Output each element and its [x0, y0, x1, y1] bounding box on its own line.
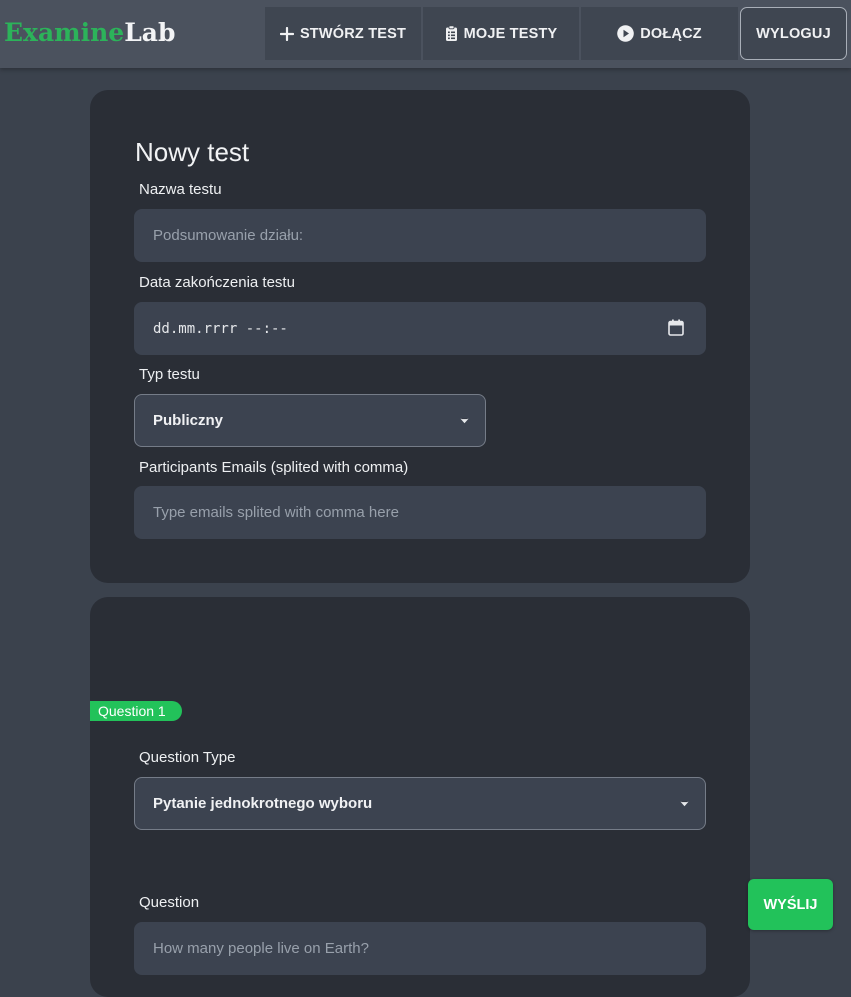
- test-type-label: Typ testu: [139, 366, 200, 383]
- end-date-value: dd.mm.rrrr --:--: [153, 320, 288, 337]
- my-tests-label: MOJE TESTY: [463, 25, 558, 42]
- question-input[interactable]: How many people live on Earth?: [134, 922, 706, 975]
- question-card: Question 1 Question Type Pytanie jednokr…: [90, 597, 750, 997]
- plus-icon: [279, 26, 294, 41]
- question-label: Question: [139, 894, 200, 911]
- calendar-icon[interactable]: [668, 319, 684, 336]
- logout-label: WYLOGUJ: [756, 25, 831, 42]
- test-type-value: Publiczny: [153, 412, 224, 429]
- emails-input[interactable]: Type emails splited with comma here: [134, 486, 706, 539]
- logout-button[interactable]: WYLOGUJ: [740, 7, 847, 60]
- brand-logo[interactable]: ExamineLab: [4, 15, 175, 51]
- create-test-button[interactable]: STWÓRZ TEST: [265, 7, 421, 60]
- question-placeholder: How many people live on Earth?: [153, 940, 369, 957]
- brand-part2: Lab: [124, 18, 176, 47]
- chevron-down-icon: [460, 418, 469, 424]
- question-type-select[interactable]: Pytanie jednokrotnego wyboru: [134, 777, 706, 830]
- join-label: DOŁĄCZ: [640, 25, 702, 42]
- test-name-placeholder: Podsumowanie działu:: [153, 227, 304, 244]
- test-name-label: Nazwa testu: [139, 181, 222, 198]
- emails-placeholder: Type emails splited with comma here: [153, 504, 399, 521]
- end-date-input[interactable]: dd.mm.rrrr --:--: [134, 302, 706, 355]
- emails-label: Participants Emails (splited with comma): [139, 459, 409, 476]
- my-tests-button[interactable]: MOJE TESTY: [423, 7, 579, 60]
- chevron-down-icon: [680, 801, 689, 807]
- play-circle-icon: [617, 25, 634, 42]
- send-button[interactable]: WYŚLIJ: [748, 879, 833, 930]
- page-title: Nowy test: [135, 137, 250, 167]
- end-date-label: Data zakończenia testu: [139, 274, 295, 291]
- test-name-input[interactable]: Podsumowanie działu:: [134, 209, 706, 262]
- clipboard-icon: [445, 25, 457, 41]
- brand-part1: Examine: [4, 18, 125, 47]
- create-test-label: STWÓRZ TEST: [299, 25, 407, 42]
- navbar: ExamineLab STWÓRZ TEST MOJE TESTY DOŁĄCZ…: [0, 0, 851, 68]
- question-type-value: Pytanie jednokrotnego wyboru: [153, 795, 373, 812]
- question-type-label: Question Type: [139, 749, 236, 766]
- join-button[interactable]: DOŁĄCZ: [581, 7, 738, 60]
- test-type-select[interactable]: Publiczny: [134, 394, 486, 447]
- new-test-card: Nowy test Nazwa testu Podsumowanie dział…: [90, 90, 750, 583]
- question-number-badge: Question 1: [90, 701, 182, 721]
